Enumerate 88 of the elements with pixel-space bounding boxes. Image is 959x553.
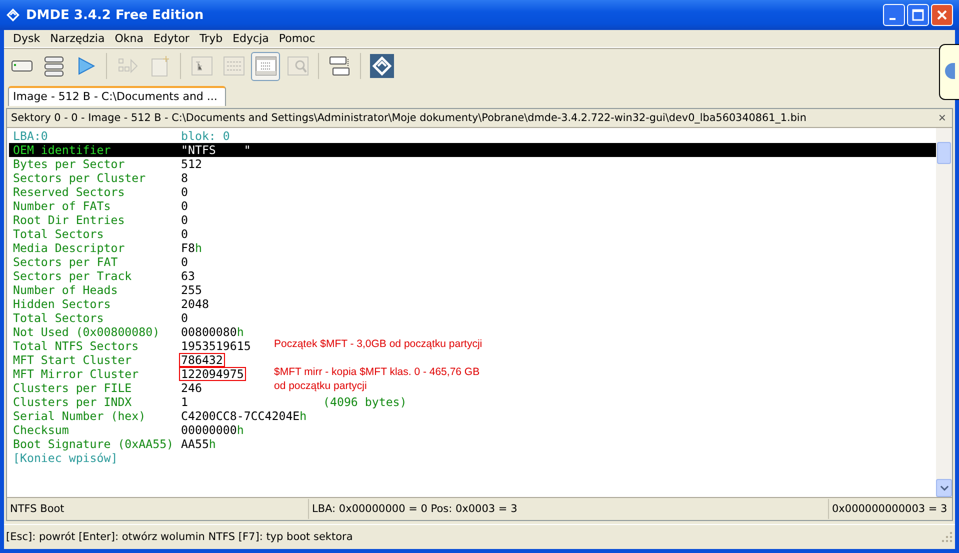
field-value: 2048 [181,297,209,311]
field-value: 0 [181,199,188,213]
field-value: 1953519615 [181,339,251,353]
field-value: AA55h [181,437,216,451]
resize-grip-icon[interactable] [941,531,953,543]
tree-view-icon [190,54,214,78]
field-value: 0 [181,311,188,325]
minimize-icon [889,18,896,20]
annotation-text: Początek $MFT - 3,0GB od początku partycji [274,337,482,351]
window-title: DMDE 3.4.2 Free Edition [26,8,205,22]
field-value: 1 [181,395,188,409]
field-label: Number of FATs [13,199,112,213]
end-marker: [Koniec wpisów] [13,451,119,465]
menu-item[interactable]: Dysk [8,32,46,45]
grid-view-button[interactable] [251,52,280,80]
status-cell: LBA: 0x00000000 = 0 Pos: 0x0003 = 3 [309,499,829,519]
maximize-icon [912,9,924,21]
field-label: OEM identifier [13,143,112,157]
field-label: Not Used (0x00800080) [13,325,161,339]
field-label: MFT Mirror Cluster [13,367,140,381]
field-label: Bytes per Sector [13,157,126,171]
info-icon [945,63,955,79]
field-label: Total Sectors [13,227,105,241]
menu-item[interactable]: Tryb [194,32,228,45]
field-value: 00800080h [181,325,244,339]
status-cell: NTFS Boot [7,499,309,519]
field-label: Serial Number (hex) [13,409,147,423]
app-logo-icon [370,54,394,78]
field-value: 255 [181,283,202,297]
field-value: 0 [181,255,188,269]
field-value: 0 [181,185,188,199]
menu-item[interactable]: Pomoc [274,32,320,45]
field-label: Sectors per FAT [13,255,119,269]
field-value: 0 [181,213,188,227]
chevron-down-icon [940,485,948,491]
scrollbar[interactable] [936,128,952,497]
app-logo-button[interactable] [367,52,396,80]
maximize-button[interactable] [907,4,929,26]
app-logo-icon [6,8,20,22]
annotation-text: $MFT mirr - kopia $MFT klas. 0 - 465,76 GB od początku partycji [274,365,480,393]
field-note: (4096 bytes) [323,395,407,409]
close-icon [936,9,948,21]
field-value: 786432 [179,353,225,367]
field-value: 00000000h [181,423,244,437]
search-icon [286,54,310,78]
field-label: Reserved Sectors [13,185,126,199]
selected-row[interactable]: OEM identifier "NTFS " [9,143,936,157]
field-label: Root Dir Entries [13,213,126,227]
field-label: Hidden Sectors [13,297,112,311]
field-value: blok: 0 [181,129,230,143]
field-label: Checksum [13,423,70,437]
field-value: F8h [181,241,202,255]
field-label: Total NTFS Sectors [13,339,140,353]
menu-item[interactable]: Narzędzia [45,32,110,45]
minimize-button[interactable] [883,4,905,26]
menu-item[interactable]: Edycja [228,32,274,45]
field-label: Number of Heads [13,283,119,297]
field-value: "NTFS " [181,143,251,157]
list-view-icon [222,54,246,78]
panels-icon [328,54,352,78]
menu-item[interactable]: Okna [110,32,148,45]
close-button[interactable] [931,4,953,26]
tab[interactable]: Image - 512 B - C:\Documents and ... [8,86,226,106]
field-value: 8 [181,171,188,185]
scroll-thumb[interactable] [937,142,951,164]
scroll-down-button[interactable] [936,479,952,497]
panel-title: Sektory 0 - 0 - Image - 512 B - C:\Documents and Settings\Administrator\Moje dokumenty\Pobrane\dmde-3.4.2.722-win32-gui\dev0_lba560340861_1.bin [11,112,808,124]
menu-item[interactable]: Edytor [148,32,194,45]
field-label: Sectors per Track [13,269,133,283]
field-label: Boot Signature (0xAA55) [13,437,175,451]
field-label: Total Sectors [13,311,105,325]
field-label: Clusters per FILE [13,381,133,395]
field-value: C4200CC8-7CC4204Eh [181,409,307,423]
field-value: 512 [181,157,202,171]
status-cell-text: 0x000000000003 = 3 [831,502,948,517]
status-text: [Esc]: powrót [Enter]: otwórz wolumin NTFS [F7]: typ boot sektora [6,531,354,543]
close-button[interactable]: × [932,111,952,125]
field-value: 0 [181,227,188,241]
field-label: Media Descriptor [13,241,126,255]
field-value: 246 [181,381,202,395]
stack-icon [42,54,66,78]
grid-view-icon [254,54,278,78]
field-label: Sectors per Cluster [13,171,147,185]
field-label: LBA:0 [13,129,49,143]
field-label: MFT Start Cluster [13,353,133,367]
field-value: 122094975 [179,367,246,381]
field-label: Clusters per INDX [13,395,133,409]
field-value: 63 [181,269,195,283]
